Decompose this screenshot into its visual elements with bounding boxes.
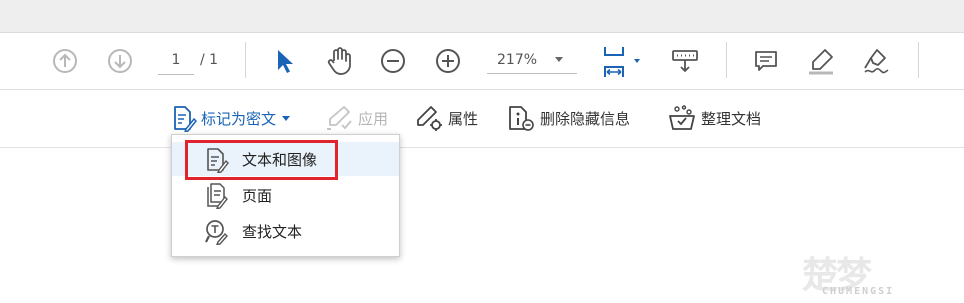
plus-circle-icon (436, 49, 460, 73)
redact-toolbar: 标记为密文 应用 属性 删除隐藏信息 整理文档 (0, 90, 964, 148)
sanitize-document-label: 整理文档 (701, 109, 762, 128)
watermark-latin-text: CHUMENGSI (822, 286, 895, 297)
zoom-out-button[interactable] (377, 45, 409, 77)
menu-item-find-text[interactable]: 查找文本 (172, 214, 399, 248)
hand-tool-button[interactable] (323, 45, 355, 77)
sign-button[interactable] (861, 45, 893, 77)
watermark-logo: 楚梦 CHUMENGSI (796, 244, 960, 302)
mark-for-redaction-label: 标记为密文 (201, 109, 277, 128)
window-top-strip (0, 0, 964, 33)
remove-hidden-info-label: 删除隐藏信息 (540, 109, 631, 128)
scroll-mode-button[interactable] (669, 45, 701, 77)
properties-label: 属性 (448, 109, 479, 128)
previous-page-button[interactable] (49, 45, 81, 77)
next-page-button[interactable] (104, 45, 136, 77)
find-text-icon (205, 220, 228, 245)
chevron-down-icon (282, 115, 291, 121)
zoom-level-select[interactable]: 217% (487, 46, 577, 74)
mark-for-redaction-button[interactable]: 标记为密文 (171, 104, 291, 132)
minus-circle-icon (381, 49, 405, 73)
select-tool-button[interactable] (268, 45, 300, 77)
apply-label: 应用 (358, 109, 389, 128)
apply-button[interactable]: 应用 (324, 104, 388, 132)
comment-button[interactable] (750, 45, 782, 77)
red-highlight-annotation (185, 140, 338, 180)
zoom-in-button[interactable] (432, 45, 464, 77)
highlighter-icon (809, 49, 833, 75)
toolbar-divider (918, 42, 919, 78)
chevron-down-icon[interactable] (555, 57, 563, 62)
page-number-input[interactable]: 1 (158, 46, 194, 75)
arrow-up-circle-icon (53, 49, 77, 73)
brush-check-icon (327, 106, 352, 130)
redact-pages-icon (207, 183, 228, 209)
fountain-pen-sign-icon (864, 49, 889, 74)
keyboard-download-icon (672, 50, 698, 73)
menu-item-pages[interactable]: 页面 (172, 178, 399, 212)
zoom-level-value: 217% (497, 51, 538, 68)
sanitize-document-button[interactable]: 整理文档 (667, 104, 761, 132)
hand-icon (327, 47, 351, 75)
highlight-button[interactable] (805, 45, 837, 77)
properties-button[interactable]: 属性 (414, 104, 478, 132)
redact-document-icon (174, 106, 197, 132)
arrow-down-circle-icon (108, 49, 132, 73)
cursor-arrow-icon (278, 50, 293, 73)
toolbar-divider (245, 42, 246, 78)
toolbar-divider (726, 42, 727, 78)
sanitize-basin-icon (669, 105, 695, 130)
main-toolbar: 1 / 1 217% (0, 33, 964, 90)
menu-item-label: 查找文本 (242, 222, 303, 241)
fit-width-icon (604, 47, 640, 77)
document-info-icon (509, 106, 534, 131)
comment-icon (755, 51, 777, 71)
page-fit-button[interactable] (598, 43, 644, 81)
menu-item-label: 页面 (242, 186, 273, 205)
remove-hidden-info-button[interactable]: 删除隐藏信息 (506, 104, 630, 132)
page-total-label: / 1 (200, 52, 219, 68)
pen-gear-icon (417, 106, 442, 131)
